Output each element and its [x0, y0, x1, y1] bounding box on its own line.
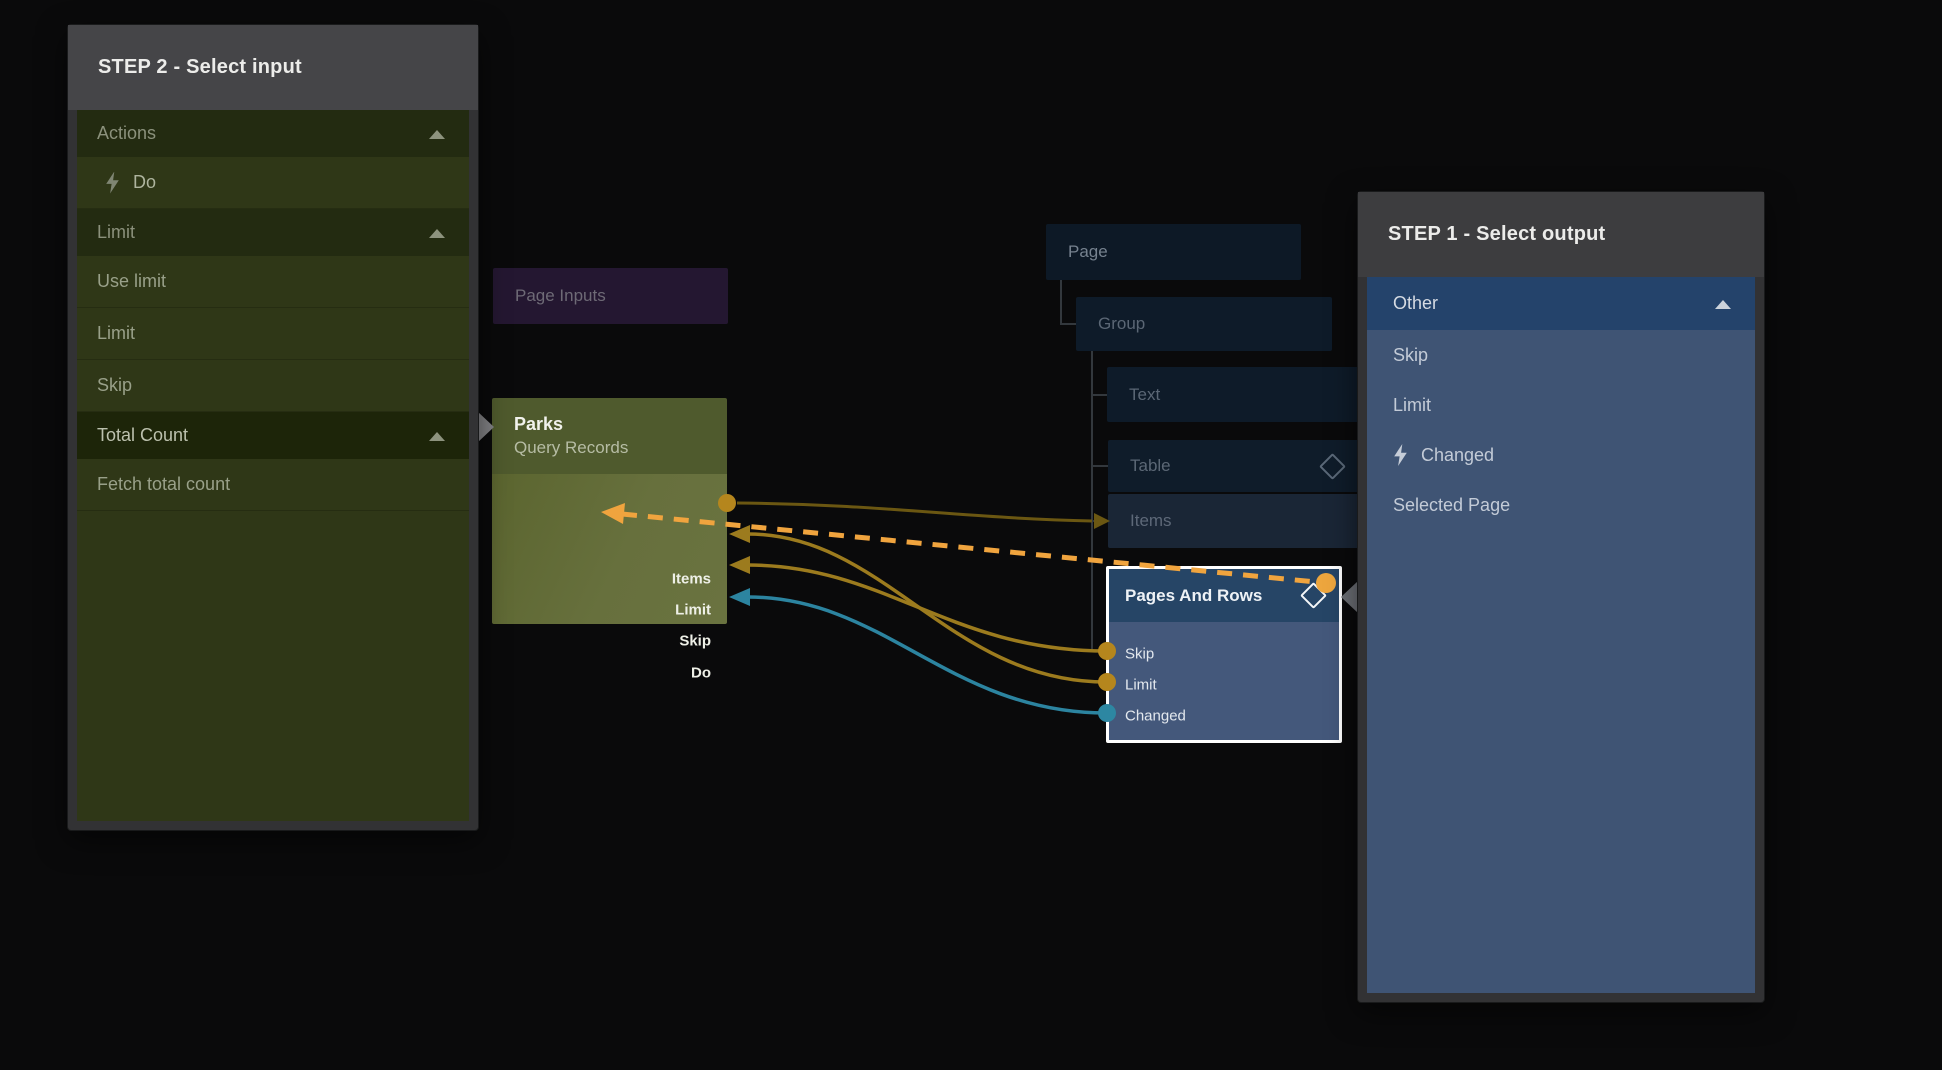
pages-and-rows-header: Pages And Rows — [1109, 569, 1339, 622]
pages-and-rows-node[interactable]: Pages And Rows Skip Limit Changed — [1106, 566, 1342, 743]
option-changed[interactable]: Changed — [1367, 430, 1755, 480]
wire-skip-arrowhead — [729, 556, 750, 574]
parks-node-title: Parks — [514, 412, 727, 436]
diamond-icon — [1319, 453, 1346, 480]
option-use-limit[interactable]: Use limit — [77, 256, 469, 308]
option-limit[interactable]: Limit — [1367, 380, 1755, 430]
step1-select-output-panel: STEP 1 - Select output Other Skip Limit … — [1358, 192, 1764, 1002]
step2-panel-title: STEP 2 - Select input — [68, 25, 478, 110]
parks-query-node[interactable]: Parks Query Records Items Limit Skip Do — [492, 398, 727, 624]
tree-node-items[interactable]: Items — [1108, 494, 1364, 548]
parks-node-body: Items Limit Skip Do — [492, 474, 727, 624]
tree-node-table[interactable]: Table — [1108, 440, 1364, 492]
wire-skip — [748, 565, 1106, 651]
option-selected-page[interactable]: Selected Page — [1367, 480, 1755, 530]
tree-node-text[interactable]: Text — [1107, 367, 1363, 422]
tree-node-label: Text — [1129, 385, 1160, 405]
parks-node-subtitle: Query Records — [514, 436, 727, 460]
step2-select-input-panel: STEP 2 - Select input Actions Do Limit U… — [68, 25, 478, 830]
wire-changed — [748, 597, 1106, 713]
wire-changed-arrowhead — [729, 588, 750, 606]
option-limit[interactable]: Limit — [77, 308, 469, 360]
step2-option-list: Actions Do Limit Use limit Limit Skip To… — [77, 110, 469, 821]
diamond-icon — [1300, 582, 1327, 609]
option-do[interactable]: Do — [77, 157, 469, 209]
step1-popover-tail — [1341, 581, 1358, 613]
port-label-limit: Limit — [675, 602, 711, 619]
tree-node-label: Table — [1130, 456, 1171, 476]
port-label-do: Do — [691, 665, 711, 682]
port-label-items: Items — [672, 571, 711, 588]
page-inputs-node[interactable]: Page Inputs — [493, 268, 728, 324]
option-skip[interactable]: Skip — [77, 360, 469, 412]
step1-panel-title: STEP 1 - Select output — [1358, 192, 1764, 277]
parks-node-header: Parks Query Records — [492, 398, 727, 474]
tree-node-label: Items — [1130, 511, 1172, 531]
port-label-skip: Skip — [1125, 646, 1154, 663]
port-label-limit: Limit — [1125, 677, 1157, 694]
group-header-limit[interactable]: Limit — [77, 209, 469, 256]
step1-option-list: Other Skip Limit Changed Selected Page — [1367, 277, 1755, 993]
lightning-icon — [105, 172, 120, 194]
tree-node-group[interactable]: Group — [1076, 297, 1332, 351]
port-label-skip: Skip — [679, 633, 711, 650]
group-header-actions[interactable]: Actions — [77, 110, 469, 157]
lightning-icon — [1393, 444, 1408, 466]
tree-node-label: Page — [1068, 242, 1108, 262]
page-inputs-label: Page Inputs — [515, 286, 606, 306]
tree-node-page[interactable]: Page — [1046, 224, 1301, 280]
chevron-up-icon[interactable] — [429, 229, 445, 238]
pages-and-rows-title: Pages And Rows — [1125, 586, 1304, 606]
group-header-total-count[interactable]: Total Count — [77, 412, 469, 459]
wire-limit — [748, 534, 1106, 682]
port-label-changed: Changed — [1125, 708, 1186, 725]
chevron-up-icon[interactable] — [1715, 300, 1731, 309]
option-skip[interactable]: Skip — [1367, 330, 1755, 380]
tree-node-label: Group — [1098, 314, 1145, 334]
wire-limit-arrowhead — [729, 525, 750, 543]
wire-items — [737, 503, 1092, 521]
chevron-up-icon[interactable] — [429, 130, 445, 139]
option-fetch-total-count[interactable]: Fetch total count — [77, 459, 469, 511]
group-header-other[interactable]: Other — [1367, 277, 1755, 330]
step2-popover-tail — [477, 411, 494, 443]
chevron-up-icon[interactable] — [429, 432, 445, 441]
